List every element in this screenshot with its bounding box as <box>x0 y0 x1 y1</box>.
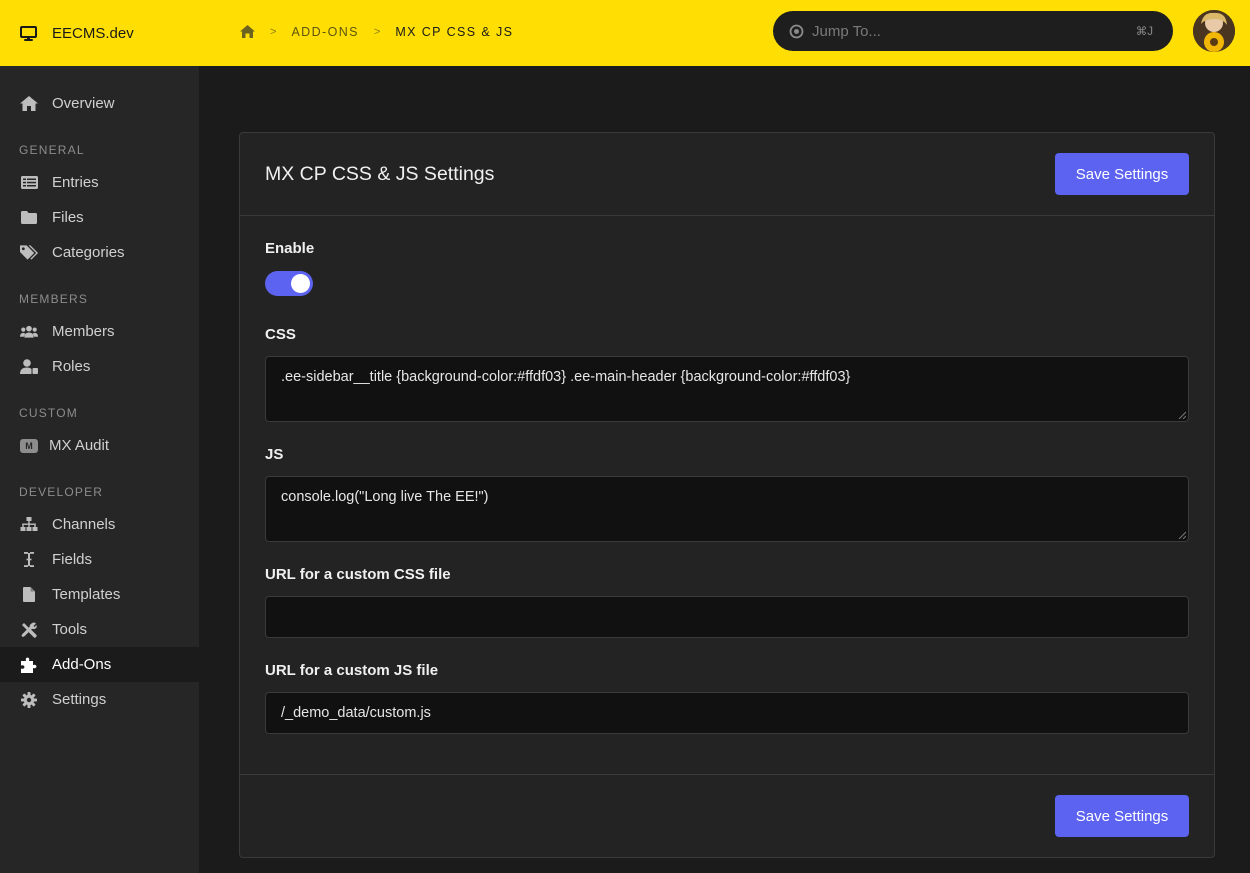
css-url-label: URL for a custom CSS file <box>265 566 451 583</box>
sidebar-item-overview[interactable]: Overview <box>0 86 199 121</box>
js-url-label: URL for a custom JS file <box>265 662 439 679</box>
resize-grip-icon[interactable] <box>1178 411 1186 419</box>
breadcrumb-separator: > <box>270 25 277 38</box>
breadcrumb: > ADD-ONS > MX CP CSS & JS <box>240 0 513 63</box>
sidebar-item-label: Channels <box>52 516 116 533</box>
page-title: MX CP CSS & JS Settings <box>265 163 495 185</box>
target-icon <box>789 24 804 38</box>
css-value: .ee-sidebar__title {background-color:#ff… <box>281 369 851 385</box>
list-icon <box>20 174 38 192</box>
sidebar-item-fields[interactable]: Fields <box>0 542 199 577</box>
js-url-input[interactable]: /_demo_data/custom.js <box>265 692 1189 734</box>
sidebar-item-files[interactable]: Files <box>0 200 199 235</box>
addon-badge: M <box>20 438 38 453</box>
sidebar-heading-custom: CUSTOM <box>19 406 78 420</box>
breadcrumb-addons[interactable]: ADD-ONS <box>291 25 358 39</box>
sidebar-item-label: Roles <box>52 358 91 375</box>
tools-icon <box>20 621 38 639</box>
sidebar-item-label: Overview <box>52 95 115 112</box>
gear-icon <box>20 691 38 709</box>
users-icon <box>20 323 38 341</box>
js-value: console.log("Long live The EE!") <box>281 489 489 505</box>
breadcrumb-separator: > <box>373 25 381 38</box>
settings-panel: MX CP CSS & JS Settings Save Settings En… <box>239 132 1215 858</box>
sidebar-item-members[interactable]: Members <box>0 314 199 349</box>
sidebar-item-templates[interactable]: Templates <box>0 577 199 612</box>
sidebar-item-label: Tools <box>52 621 88 638</box>
sidebar-heading-developer: DEVELOPER <box>19 485 104 499</box>
text-cursor-icon <box>20 551 38 569</box>
folder-icon <box>20 209 38 227</box>
sidebar-item-label: Members <box>52 323 115 340</box>
panel-header: MX CP CSS & JS Settings Save Settings <box>240 133 1214 216</box>
tags-icon <box>20 244 38 262</box>
sidebar-item-label: Categories <box>52 244 125 261</box>
save-settings-button-top[interactable]: Save Settings <box>1055 153 1189 195</box>
sidebar-item-tools[interactable]: Tools <box>0 612 199 647</box>
sidebar-item-roles[interactable]: Roles <box>0 349 199 384</box>
sidebar: Overview GENERAL Entries Files Categorie… <box>0 66 199 873</box>
js-label: JS <box>265 446 284 463</box>
file-icon <box>20 586 38 604</box>
sidebar-heading-general: GENERAL <box>19 143 85 157</box>
save-settings-button-bottom[interactable]: Save Settings <box>1055 795 1189 837</box>
enable-toggle[interactable] <box>265 271 313 296</box>
brand[interactable]: EECMS.dev <box>0 0 199 66</box>
panel-footer: Save Settings <box>240 774 1214 857</box>
sidebar-item-label: Add-Ons <box>52 656 112 673</box>
css-label: CSS <box>265 326 296 343</box>
sidebar-item-channels[interactable]: Channels <box>0 507 199 542</box>
js-textarea[interactable]: console.log("Long live The EE!") <box>265 476 1189 542</box>
jump-shortcut: ⌘J <box>1135 26 1153 38</box>
enable-label: Enable <box>265 240 315 257</box>
sidebar-item-mx-audit[interactable]: M MX Audit <box>0 428 199 463</box>
sidebar-item-entries[interactable]: Entries <box>0 165 199 200</box>
home-icon <box>20 95 38 113</box>
sidebar-item-add-ons[interactable]: Add-Ons <box>0 647 199 682</box>
avatar-image <box>1193 10 1235 52</box>
brand-name: EECMS.dev <box>52 24 134 42</box>
avatar[interactable] <box>1193 10 1235 52</box>
jump-to-search[interactable]: Jump To... ⌘J <box>773 11 1173 51</box>
sidebar-item-label: Files <box>52 209 84 226</box>
js-url-value: /_demo_data/custom.js <box>281 705 431 721</box>
user-role-icon <box>20 358 38 376</box>
sidebar-item-label: Settings <box>52 691 107 708</box>
top-bar: EECMS.dev > ADD-ONS > MX CP CSS & JS Jum… <box>0 0 1250 66</box>
css-textarea[interactable]: .ee-sidebar__title {background-color:#ff… <box>265 356 1189 422</box>
sitemap-icon <box>20 516 38 534</box>
sidebar-item-categories[interactable]: Categories <box>0 235 199 270</box>
sidebar-item-label: MX Audit <box>49 437 110 454</box>
monitor-icon <box>20 25 37 41</box>
resize-grip-icon[interactable] <box>1178 531 1186 539</box>
puzzle-icon <box>20 656 38 674</box>
sidebar-heading-members: MEMBERS <box>19 292 89 306</box>
sidebar-item-label: Templates <box>52 586 121 603</box>
home-icon[interactable] <box>240 25 255 38</box>
css-url-input[interactable] <box>265 596 1189 638</box>
breadcrumb-current: MX CP CSS & JS <box>395 24 514 39</box>
sidebar-item-label: Entries <box>52 174 99 191</box>
sidebar-item-label: Fields <box>52 551 93 568</box>
toggle-knob <box>291 274 310 293</box>
jump-placeholder: Jump To... <box>812 22 881 40</box>
sidebar-item-settings[interactable]: Settings <box>0 682 199 717</box>
